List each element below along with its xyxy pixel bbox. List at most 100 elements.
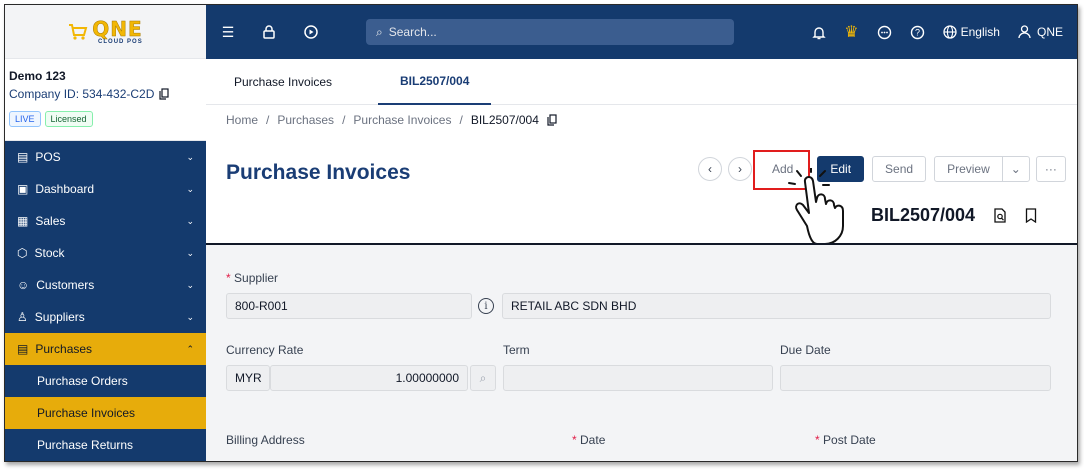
language-label: English <box>960 25 1000 39</box>
required-marker: * <box>815 433 824 447</box>
sidebar: QNE CLOUD POS Demo 123 Company ID: 534-4… <box>5 5 206 461</box>
company-panel: Demo 123 Company ID: 534-432-C2D LIVE Li… <box>5 59 206 141</box>
logo-sub-text: CLOUD POS <box>98 38 143 45</box>
chevron-down-icon: ⌄ <box>1010 162 1021 176</box>
preview-dropdown-button[interactable]: ⌄ <box>1001 156 1030 182</box>
prev-record-button[interactable]: ‹ <box>698 157 722 181</box>
post-date-label-text: Post Date <box>823 433 876 447</box>
suppliers-icon: ♙ <box>17 310 28 324</box>
sidebar-item-label: Sales <box>35 214 66 228</box>
breadcrumb-separator: / <box>266 113 270 127</box>
required-marker: * <box>572 433 581 447</box>
supplier-label: * Supplier <box>226 271 278 285</box>
currency-rate-field[interactable]: 1.00000000 <box>270 365 468 391</box>
search-icon: ⌕ <box>376 24 383 39</box>
search-document-icon[interactable] <box>993 208 1007 223</box>
chevron-up-icon: ⌃ <box>186 343 194 354</box>
chevron-down-icon: ⌄ <box>186 151 194 162</box>
user-icon <box>1018 25 1031 39</box>
tab-bar: Purchase Invoices BIL2507/004 <box>206 59 1077 105</box>
licensed-badge: Licensed <box>44 111 93 127</box>
breadcrumb-purchase-invoices[interactable]: Purchase Invoices <box>353 113 451 127</box>
search-input[interactable]: ⌕ Search... <box>366 19 734 45</box>
chat-icon[interactable] <box>877 25 892 40</box>
breadcrumb-separator: / <box>459 113 463 127</box>
chevron-left-icon: ‹ <box>708 162 712 176</box>
crown-icon[interactable]: ♛ <box>844 22 858 42</box>
chevron-down-icon: ⌄ <box>186 247 194 258</box>
supplier-label-text: Supplier <box>234 271 279 285</box>
sidebar-item-label: Purchases <box>35 342 93 356</box>
live-badge: LIVE <box>9 111 41 127</box>
breadcrumb-purchases[interactable]: Purchases <box>277 113 334 127</box>
sidebar-item-pos[interactable]: ▤ POS ⌄ <box>5 141 206 173</box>
sidebar-item-suppliers[interactable]: ♙ Suppliers ⌄ <box>5 301 206 333</box>
copy-icon[interactable] <box>159 88 170 100</box>
sidebar-item-stock[interactable]: ⬡ Stock ⌄ <box>5 237 206 269</box>
language-selector[interactable]: English <box>942 25 1000 39</box>
pos-icon: ▤ <box>17 150 29 164</box>
supplier-code-field[interactable]: 800-R001 <box>226 293 472 319</box>
play-circle-icon[interactable] <box>304 25 318 39</box>
sidebar-item-sales[interactable]: ▦ Sales ⌄ <box>5 205 206 237</box>
date-label-text: Date <box>580 433 606 447</box>
tab-bil2507-004[interactable]: BIL2507/004 <box>378 59 492 105</box>
bell-icon[interactable] <box>812 25 826 40</box>
help-icon[interactable]: ? <box>910 25 925 40</box>
breadcrumb-home[interactable]: Home <box>226 113 258 127</box>
topbar: ☰ ⌕ Search... ♛ ? English QNE <box>206 5 1077 59</box>
term-label: Term <box>503 343 530 357</box>
svg-text:?: ? <box>915 27 920 37</box>
invoice-form: * Supplier 800-R001 i RETAIL ABC SDN BHD… <box>206 245 1077 461</box>
currency-field[interactable]: MYR <box>226 365 270 391</box>
document-icons <box>993 208 1037 223</box>
more-actions-button[interactable]: ··· <box>1035 156 1066 182</box>
logo-area: QNE CLOUD POS <box>5 5 206 59</box>
globe-icon <box>942 25 957 39</box>
due-date-field[interactable] <box>780 365 1051 391</box>
logo-main-text: QNE <box>92 16 143 41</box>
required-marker: * <box>226 271 235 285</box>
copy-icon[interactable] <box>547 114 557 126</box>
search-placeholder: Search... <box>388 25 437 39</box>
sidebar-subitem-purchase-orders[interactable]: Purchase Orders <box>5 365 206 397</box>
user-name: QNE <box>1036 25 1063 39</box>
company-id-text: Company ID: 534-432-C2D <box>9 87 155 101</box>
lock-icon[interactable] <box>262 25 276 39</box>
document-number: BIL2507/004 <box>871 205 976 225</box>
send-button[interactable]: Send <box>872 156 927 182</box>
breadcrumb-separator: / <box>342 113 346 127</box>
app-window: QNE CLOUD POS Demo 123 Company ID: 534-4… <box>4 4 1078 462</box>
customers-icon: ☺ <box>17 278 30 292</box>
bookmark-icon[interactable] <box>1025 208 1037 223</box>
currency-rate-label: Currency Rate <box>226 343 304 357</box>
chevron-down-icon: ⌄ <box>186 311 194 322</box>
purchases-icon: ▤ <box>17 342 29 356</box>
sidebar-item-label: Suppliers <box>34 310 85 324</box>
sidebar-subitem-purchase-returns[interactable]: Purchase Returns <box>5 429 206 461</box>
company-name: Demo 123 <box>9 69 66 83</box>
info-icon[interactable]: i <box>478 298 494 314</box>
search-icon: ⌕ <box>479 370 487 385</box>
sidebar-item-customers[interactable]: ☺ Customers ⌄ <box>5 269 206 301</box>
supplier-name-field: RETAIL ABC SDN BHD <box>502 293 1051 319</box>
preview-button[interactable]: Preview <box>934 156 1003 182</box>
topbar-right: ♛ ? English QNE <box>812 5 1063 59</box>
sidebar-item-purchases[interactable]: ▤ Purchases ⌃ <box>5 333 206 365</box>
sidebar-item-dashboard[interactable]: ▣ Dashboard ⌄ <box>5 173 206 205</box>
due-date-label: Due Date <box>780 343 831 357</box>
sidebar-menu: ▤ POS ⌄ ▣ Dashboard ⌄ ▦ Sales ⌄ ⬡ Stock ⌄ ☺ C… <box>5 141 206 461</box>
chevron-down-icon: ⌄ <box>186 279 194 290</box>
user-menu[interactable]: QNE <box>1018 25 1063 39</box>
date-label: * Date <box>572 433 605 447</box>
chevron-down-icon: ⌄ <box>186 183 194 194</box>
tab-purchase-invoices[interactable]: Purchase Invoices <box>234 59 332 105</box>
currency-lookup-button[interactable]: ⌕ <box>470 365 496 391</box>
chevron-right-icon: › <box>738 162 742 176</box>
sidebar-item-label: POS <box>35 150 61 164</box>
menu-collapse-icon[interactable]: ☰ <box>218 24 238 41</box>
term-field[interactable] <box>503 365 773 391</box>
next-record-button[interactable]: › <box>728 157 752 181</box>
sidebar-subitem-purchase-invoices[interactable]: Purchase Invoices <box>5 397 206 429</box>
qne-logo[interactable]: QNE CLOUD POS <box>68 16 143 45</box>
